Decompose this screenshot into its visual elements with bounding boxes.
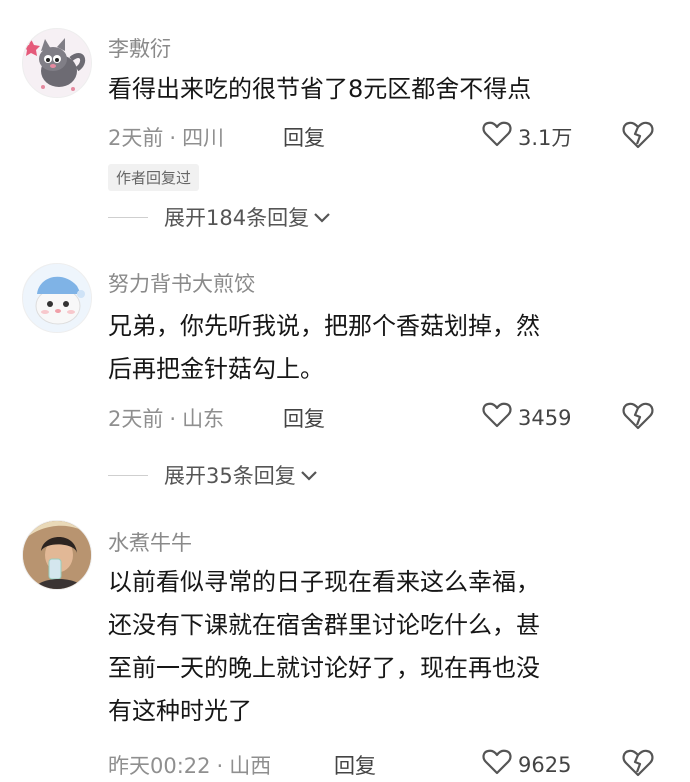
avatar[interactable]: [22, 520, 92, 590]
comment-text-line: 至前一天的晚上就讨论好了，现在再也没: [108, 654, 540, 682]
comment-text-line: 还没有下课就在宿舍群里讨论吃什么，甚: [108, 611, 540, 639]
comment-username[interactable]: 水煮牛牛: [108, 527, 192, 557]
comment-time: 昨天00:22: [108, 754, 211, 778]
comment-meta: 昨天00:22 · 山西: [108, 750, 271, 780]
broken-heart-icon: [622, 749, 654, 782]
comment-text: 以前看似寻常的日子现在看来这么幸福， 还没有下课就在宿舍群里讨论吃什么，甚 至前…: [108, 561, 668, 733]
comment-location: 山西: [229, 754, 272, 778]
reply-button[interactable]: 回复: [334, 750, 376, 780]
meta-separator: ·: [216, 754, 224, 778]
comment-text-line: 有这种时光了: [108, 697, 252, 725]
like-button[interactable]: 9625: [482, 748, 571, 781]
dislike-button[interactable]: [622, 748, 654, 782]
like-count: 9625: [518, 752, 572, 777]
heart-outline-icon: [482, 748, 512, 781]
comment-text-line: 以前看似寻常的日子现在看来这么幸福，: [108, 568, 540, 596]
comment-item: 水煮牛牛 以前看似寻常的日子现在看来这么幸福， 还没有下课就在宿舍群里讨论吃什么…: [0, 0, 690, 781]
